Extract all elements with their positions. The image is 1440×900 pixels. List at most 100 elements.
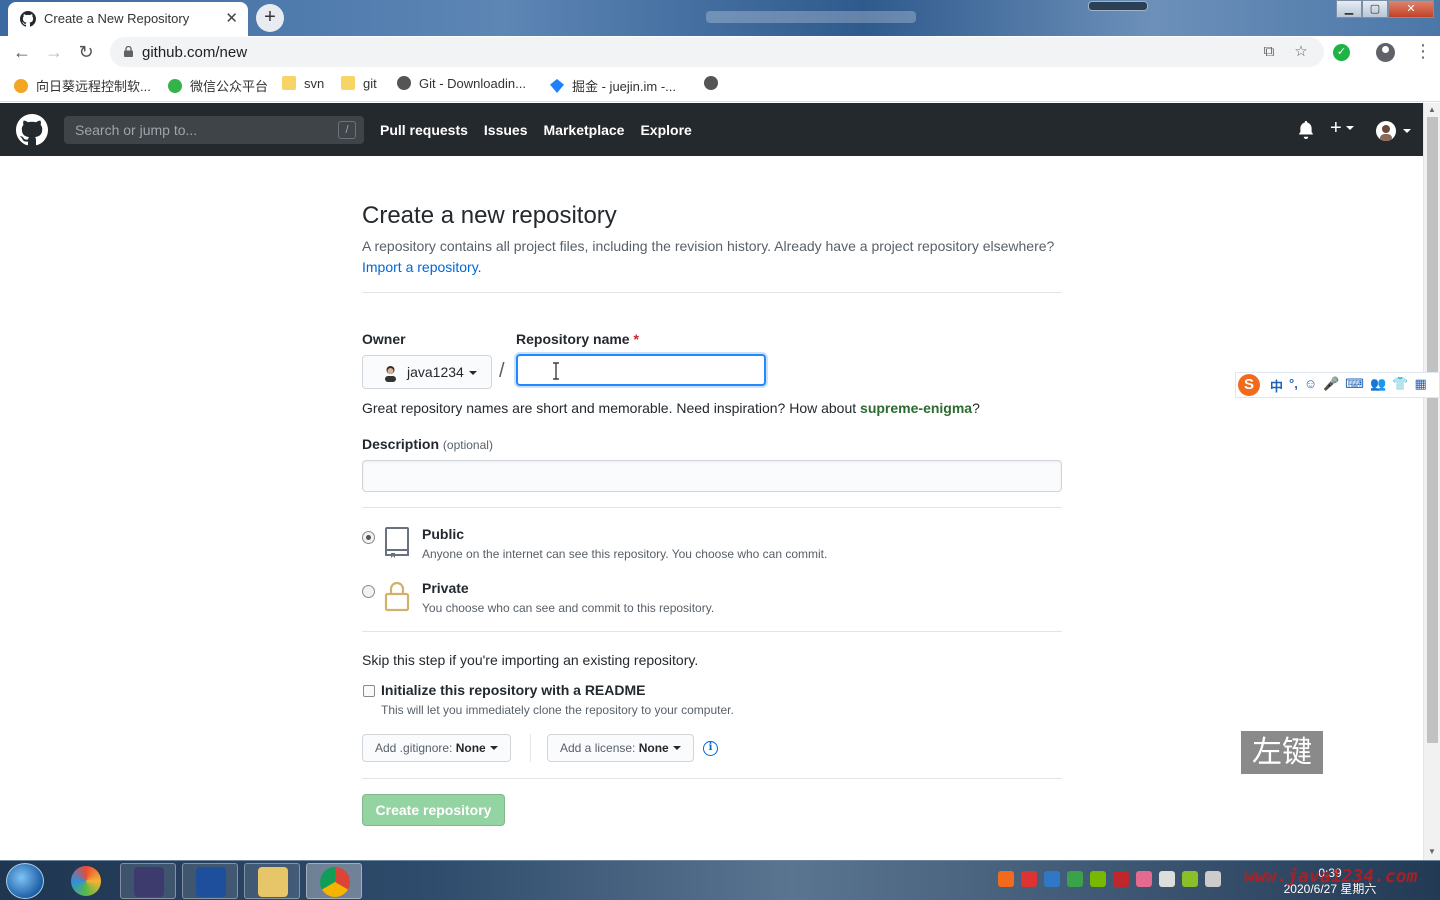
nav-issues[interactable]: Issues — [484, 122, 528, 138]
shield-icon[interactable] — [1067, 871, 1083, 887]
description-input[interactable] — [362, 460, 1062, 492]
search-placeholder: Search or jump to... — [75, 122, 198, 138]
owner-name: java1234 — [407, 364, 464, 380]
volume-icon[interactable] — [1205, 871, 1221, 887]
github-logo-icon[interactable] — [16, 114, 48, 146]
bookmark-item[interactable] — [704, 76, 726, 91]
windows-taskbar: 0:39 2020/6/27 星期六 — [0, 860, 1440, 900]
browser-toolbar: ← → ↻ github.com/new ⧉ ☆ ✓ ⋮ — [0, 36, 1440, 68]
browser-tab[interactable]: Create a New Repository ✕ — [8, 2, 248, 36]
taskbar-app[interactable] — [182, 863, 238, 899]
nvidia-icon[interactable] — [1090, 871, 1106, 887]
readme-checkbox[interactable] — [363, 685, 375, 697]
maximize-button[interactable]: ▢ — [1362, 0, 1388, 18]
window-controls: ▁ ▢ ✕ — [1336, 0, 1434, 18]
nav-pull-requests[interactable]: Pull requests — [380, 122, 468, 138]
owner-select[interactable]: java1234 — [362, 355, 492, 389]
import-repository-link[interactable]: Import a repository. — [362, 259, 482, 275]
bookmark-item[interactable]: git — [341, 76, 377, 91]
owner-avatar — [385, 366, 396, 382]
minimize-button[interactable]: ▁ — [1336, 0, 1362, 18]
license-select[interactable]: Add a license: None — [547, 734, 694, 762]
notification-bell-icon[interactable] — [1298, 121, 1314, 139]
app-icon — [71, 866, 101, 896]
search-input[interactable]: Search or jump to... / — [64, 116, 364, 144]
ime-toolbar: S 中 °, ☺ 🎤 ⌨ 👥 👕 ▦ — [1235, 372, 1440, 398]
name-suggestion[interactable]: supreme-enigma — [860, 400, 972, 416]
bookmark-star-icon[interactable]: ☆ — [1292, 43, 1310, 61]
ime-punctuation-icon[interactable]: °, — [1289, 376, 1298, 395]
sogou-logo-icon[interactable]: S — [1238, 374, 1260, 396]
ime-lang-toggle[interactable]: 中 — [1270, 376, 1283, 395]
sunflower-icon — [14, 79, 28, 93]
bookmark-item[interactable]: Git - Downloadin... — [397, 76, 526, 91]
folder-icon — [258, 867, 288, 897]
private-title: Private — [422, 580, 469, 596]
lock-icon — [124, 46, 133, 57]
bookmark-item[interactable]: 向日葵远程控制软... — [14, 76, 151, 95]
network-icon[interactable] — [1159, 871, 1175, 887]
close-window-button[interactable]: ✕ — [1388, 0, 1434, 18]
tray-icon[interactable] — [1113, 871, 1129, 887]
gitignore-select[interactable]: Add .gitignore: None — [362, 734, 511, 762]
info-icon[interactable]: i — [703, 741, 718, 756]
subhead-text: A repository contains all project files,… — [362, 238, 1055, 275]
nav-marketplace[interactable]: Marketplace — [544, 122, 625, 138]
reload-icon[interactable]: ↻ — [75, 41, 97, 63]
taskbar-app-chrome[interactable] — [306, 863, 362, 899]
taskbar-app[interactable] — [120, 863, 176, 899]
lock-icon — [384, 581, 410, 612]
create-new-icon[interactable]: + — [1330, 117, 1354, 140]
back-arrow-icon[interactable]: ← — [11, 41, 33, 63]
profile-icon[interactable] — [1376, 43, 1395, 62]
forward-arrow-icon[interactable]: → — [43, 41, 65, 63]
skip-text: Skip this step if you're importing an ex… — [362, 652, 699, 668]
ime-voice-icon[interactable]: 🎤 — [1323, 376, 1339, 395]
tray-icon[interactable] — [1136, 871, 1152, 887]
wechat-icon — [168, 79, 182, 93]
new-tab-button[interactable]: + — [256, 4, 284, 32]
divider — [362, 778, 1062, 779]
chrome-menu-icon[interactable]: ⋮ — [1414, 41, 1432, 62]
bookmark-item[interactable]: 掘金 - juejin.im -... — [550, 76, 676, 95]
taskbar-app[interactable] — [244, 863, 300, 899]
github-favicon-icon — [20, 11, 36, 27]
ime-skin-icon[interactable]: 👕 — [1392, 376, 1408, 395]
description-label: Description (optional) — [362, 436, 493, 452]
public-title: Public — [422, 526, 465, 542]
extension-icon[interactable]: ✓ — [1333, 44, 1350, 61]
translate-icon[interactable]: ⧉ — [1260, 43, 1278, 61]
divider — [362, 507, 1062, 508]
scroll-up-arrow-icon[interactable]: ▲ — [1428, 105, 1436, 114]
repo-book-icon — [385, 527, 409, 558]
avatar-caret-icon[interactable] — [1403, 129, 1411, 133]
readme-label[interactable]: Initialize this repository with a README — [381, 682, 645, 698]
sogou-tray-icon[interactable] — [998, 871, 1014, 887]
start-button[interactable] — [6, 863, 44, 899]
readme-desc: This will let you immediately clone the … — [381, 703, 734, 717]
scroll-thumb[interactable] — [1427, 117, 1438, 743]
owner-repo-separator: / — [499, 360, 505, 382]
nav-explore[interactable]: Explore — [640, 122, 691, 138]
folder-icon — [282, 76, 296, 90]
bookmark-item[interactable]: svn — [282, 76, 324, 91]
address-bar[interactable]: github.com/new ⧉ ☆ — [110, 37, 1324, 67]
taskbar-app[interactable] — [58, 863, 114, 899]
ime-emoji-icon[interactable]: ☺ — [1304, 376, 1317, 395]
tray-icon[interactable] — [1021, 871, 1037, 887]
scroll-down-arrow-icon[interactable]: ▼ — [1428, 847, 1436, 856]
create-repository-button[interactable]: Create repository — [362, 794, 505, 826]
tab-close-icon[interactable]: ✕ — [225, 9, 238, 27]
tray-icon[interactable] — [1044, 871, 1060, 887]
ime-keyboard-icon[interactable]: ⌨ — [1345, 376, 1364, 395]
tray-icon[interactable] — [1182, 871, 1198, 887]
public-radio[interactable] — [362, 531, 375, 544]
ime-grid-icon[interactable]: ▦ — [1414, 376, 1426, 395]
bookmark-item[interactable]: 微信公众平台 — [168, 76, 268, 95]
ime-user-icon[interactable]: 👥 — [1370, 376, 1386, 395]
search-shortcut-key: / — [338, 121, 356, 139]
user-avatar[interactable] — [1376, 121, 1396, 141]
private-radio[interactable] — [362, 585, 375, 598]
globe-icon — [704, 76, 718, 90]
page-scrollbar[interactable]: ▲ ▼ — [1423, 103, 1440, 860]
